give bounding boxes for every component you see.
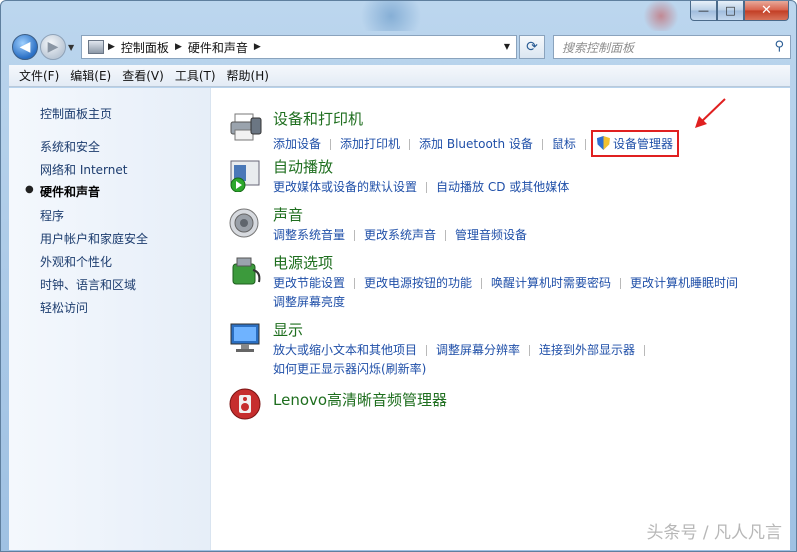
menu-bar: 文件(F) 编辑(E) 查看(V) 工具(T) 帮助(H) (9, 65, 790, 87)
divider (426, 182, 428, 193)
link-text-size[interactable]: 放大或缩小文本和其他项目 (273, 341, 417, 358)
category-links: 更改节能设置 更改电源按钮的功能 唤醒计算机时需要密码 更改计算机睡眠时间 (273, 274, 738, 291)
sidebar-item-hardware-sound[interactable]: 硬件和声音 (40, 183, 100, 200)
link-sleep-time[interactable]: 更改计算机睡眠时间 (630, 274, 738, 291)
chevron-right-icon[interactable]: ▶ (108, 42, 115, 52)
chevron-right-icon[interactable]: ▶ (254, 42, 261, 52)
category-title[interactable]: 声音 (273, 204, 303, 225)
divider (330, 139, 332, 150)
minimize-button[interactable]: — (690, 1, 717, 21)
maximize-button[interactable]: □ (717, 1, 744, 21)
sidebar-item-appearance[interactable]: 外观和个性化 (40, 253, 112, 270)
sidebar-item-ease-of-access[interactable]: 轻松访问 (40, 299, 88, 316)
category-links: 如何更正显示器闪烁(刷新率) (273, 360, 426, 377)
background-blur (351, 1, 431, 31)
printer-icon (230, 113, 262, 141)
sidebar-item-system-security[interactable]: 系统和安全 (40, 138, 100, 155)
divider (620, 278, 622, 289)
link-change-media-defaults[interactable]: 更改媒体或设备的默认设置 (273, 178, 417, 195)
link-add-printer[interactable]: 添加打印机 (340, 135, 400, 152)
autoplay-icon (230, 160, 260, 192)
category-title[interactable]: 设备和打印机 (273, 108, 363, 129)
divider (445, 230, 447, 241)
category-links: 放大或缩小文本和其他项目 调整屏幕分辨率 连接到外部显示器 (273, 341, 654, 358)
category-links: 添加设备 添加打印机 添加 Bluetooth 设备 鼠标 设备管理器 (273, 130, 679, 157)
forward-button[interactable]: ▶ (40, 34, 66, 60)
divider (541, 139, 543, 150)
breadcrumb-control-panel[interactable]: 控制面板 (121, 39, 169, 56)
link-add-bluetooth[interactable]: 添加 Bluetooth 设备 (419, 135, 533, 152)
window-frame: — □ ✕ ◀ ▶ ▼ ▶ 控制面板 ▶ 硬件和声音 ▶ ▼ ⟳ 搜索控制面板 … (0, 0, 797, 552)
category-title[interactable]: 显示 (273, 319, 303, 340)
link-mouse[interactable]: 鼠标 (552, 135, 576, 152)
sidebar-item-network[interactable]: 网络和 Internet (40, 161, 127, 178)
link-adjust-volume[interactable]: 调整系统音量 (273, 226, 345, 243)
recent-pages-dropdown-icon[interactable]: ▼ (68, 43, 74, 52)
menu-tools[interactable]: 工具(T) (175, 67, 216, 84)
divider (481, 278, 483, 289)
category-title[interactable]: Lenovo高清晰音频管理器 (273, 389, 447, 410)
link-manage-audio-devices[interactable]: 管理音频设备 (455, 226, 527, 243)
back-button[interactable]: ◀ (12, 34, 38, 60)
uac-shield-icon (596, 136, 610, 150)
active-bullet-icon: ● (25, 184, 34, 195)
link-screen-resolution[interactable]: 调整屏幕分辨率 (436, 341, 520, 358)
power-icon (232, 257, 261, 285)
watermark: 头条号 / 凡人凡言 (646, 523, 782, 543)
menu-file[interactable]: 文件(F) (19, 67, 59, 84)
sidebar-item-programs[interactable]: 程序 (40, 207, 64, 224)
breadcrumb-hardware-and-sound[interactable]: 硬件和声音 (188, 39, 248, 56)
search-icon[interactable]: ⚲ (774, 39, 784, 54)
link-screen-brightness[interactable]: 调整屏幕亮度 (273, 293, 345, 310)
navigation-bar: ◀ ▶ ▼ ▶ 控制面板 ▶ 硬件和声音 ▶ ▼ ⟳ 搜索控制面板 ⚲ (1, 31, 796, 63)
close-button[interactable]: ✕ (744, 1, 789, 21)
chevron-right-icon[interactable]: ▶ (175, 42, 182, 52)
category-links: 调整系统音量 更改系统声音 管理音频设备 (273, 226, 527, 243)
divider (426, 345, 428, 356)
link-add-device[interactable]: 添加设备 (273, 135, 321, 152)
title-bar: — □ ✕ (1, 1, 796, 31)
divider (354, 230, 356, 241)
link-refresh-rate[interactable]: 如何更正显示器闪烁(刷新率) (273, 360, 426, 377)
speaker-icon (229, 208, 259, 238)
link-power-saving[interactable]: 更改节能设置 (273, 274, 345, 291)
sidebar: 控制面板主页 系统和安全 网络和 Internet ● 硬件和声音 程序 用户帐… (9, 88, 211, 550)
category-links: 更改媒体或设备的默认设置 自动播放 CD 或其他媒体 (273, 178, 569, 195)
sidebar-item-home[interactable]: 控制面板主页 (40, 105, 112, 122)
link-device-manager[interactable]: 设备管理器 (613, 135, 673, 152)
menu-edit[interactable]: 编辑(E) (70, 67, 111, 84)
device-manager-highlight: 设备管理器 (590, 130, 679, 157)
search-placeholder: 搜索控制面板 (562, 40, 635, 55)
category-links: 调整屏幕亮度 (273, 293, 345, 310)
link-wake-password[interactable]: 唤醒计算机时需要密码 (491, 274, 611, 291)
content-area: 控制面板主页 系统和安全 网络和 Internet ● 硬件和声音 程序 用户帐… (9, 88, 790, 550)
divider (644, 345, 646, 356)
menu-help[interactable]: 帮助(H) (227, 67, 269, 84)
link-power-button[interactable]: 更改电源按钮的功能 (364, 274, 472, 291)
link-change-system-sounds[interactable]: 更改系统声音 (364, 226, 436, 243)
divider (584, 139, 586, 150)
sidebar-item-user-accounts[interactable]: 用户帐户和家庭安全 (40, 230, 148, 247)
address-bar[interactable]: ▶ 控制面板 ▶ 硬件和声音 ▶ ▼ (81, 35, 517, 59)
link-autoplay-cd[interactable]: 自动播放 CD 或其他媒体 (436, 178, 569, 195)
category-title[interactable]: 自动播放 (273, 156, 333, 177)
divider (409, 139, 411, 150)
background-blur (641, 1, 681, 31)
link-external-display[interactable]: 连接到外部显示器 (539, 341, 635, 358)
audio-manager-icon (229, 388, 261, 420)
category-title[interactable]: 电源选项 (273, 252, 333, 273)
red-arrow-annotation (695, 98, 726, 128)
divider (529, 345, 531, 356)
menu-view[interactable]: 查看(V) (122, 67, 164, 84)
caption-buttons: — □ ✕ (690, 1, 789, 21)
refresh-button[interactable]: ⟳ (519, 35, 545, 59)
display-icon (230, 323, 260, 352)
sidebar-item-clock-region[interactable]: 时钟、语言和区域 (40, 276, 136, 293)
divider (354, 278, 356, 289)
chevron-down-icon[interactable]: ▼ (504, 42, 510, 51)
control-panel-icon (88, 40, 104, 54)
search-input[interactable]: 搜索控制面板 ⚲ (553, 35, 791, 59)
